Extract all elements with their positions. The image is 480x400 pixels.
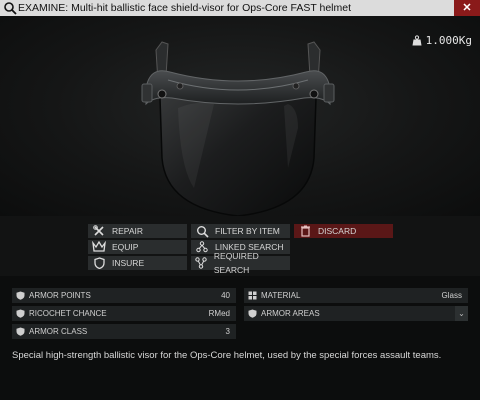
shield-icon	[16, 291, 25, 300]
discard-label: DISCARD	[318, 226, 357, 236]
weight-icon	[412, 34, 422, 45]
wrench-screwdriver-icon	[92, 224, 106, 238]
magnifier-icon	[4, 2, 17, 15]
item-stats-panel: ARMOR POINTS 40 RICOCHET CHANCE RMed ARM…	[0, 276, 480, 400]
stat-value: 40	[221, 291, 230, 300]
shield-icon	[248, 309, 257, 318]
filter-by-item-button[interactable]: FILTER BY ITEM	[191, 224, 290, 238]
stat-value: RMed	[208, 309, 230, 318]
discard-button[interactable]: DISCARD	[294, 224, 393, 238]
stat-armor-areas[interactable]: ARMOR AREAS ⌄	[244, 306, 468, 321]
window-title-bar[interactable]: EXAMINE: Multi-hit ballistic face shield…	[0, 0, 480, 16]
shield-icon	[92, 256, 106, 270]
face-shield-visor-image	[141, 41, 335, 217]
stat-value: Glass	[441, 291, 462, 300]
repair-button[interactable]: REPAIR	[88, 224, 187, 238]
stat-ricochet-chance: RICOCHET CHANCE RMed	[12, 306, 236, 321]
insure-button[interactable]: INSURE	[88, 256, 187, 270]
filter-magnifier-icon	[195, 224, 209, 238]
shield-icon	[16, 309, 25, 318]
material-icon	[248, 291, 257, 300]
stat-armor-points: ARMOR POINTS 40	[12, 288, 236, 303]
item-description: Special high-strength ballistic visor fo…	[12, 350, 442, 361]
stat-armor-class: ARMOR CLASS 3	[12, 324, 236, 339]
weight-value: 1.000Kg	[425, 33, 472, 47]
chevron-down-icon[interactable]: ⌄	[455, 306, 468, 321]
trash-icon	[298, 224, 312, 238]
linked-nodes-icon	[195, 240, 209, 254]
stat-label: ARMOR CLASS	[29, 327, 88, 336]
stat-value: 3	[225, 327, 230, 336]
item-preview: 1.000Kg	[0, 16, 480, 217]
insure-label: INSURE	[112, 258, 145, 268]
required-search-button[interactable]: REQUIRED SEARCH	[191, 251, 290, 275]
window-title: EXAMINE: Multi-hit ballistic face shield…	[18, 2, 351, 14]
stat-label: ARMOR AREAS	[261, 309, 320, 318]
stat-label: RICOCHET CHANCE	[29, 309, 107, 318]
equip-icon	[92, 240, 106, 254]
stat-material: MATERIAL Glass	[244, 288, 468, 303]
stat-label: ARMOR POINTS	[29, 291, 91, 300]
equip-button[interactable]: EQUIP	[88, 240, 187, 254]
context-menu: REPAIR EQUIP INSURE FILTER BY ITEM LINKE…	[0, 216, 480, 276]
required-search-label: REQUIRED SEARCH	[213, 251, 259, 275]
close-button[interactable]: ✕	[454, 0, 480, 16]
equip-label: EQUIP	[112, 242, 139, 252]
shield-icon	[16, 327, 25, 336]
stat-label: MATERIAL	[261, 291, 301, 300]
filter-by-item-label: FILTER BY ITEM	[215, 226, 280, 236]
item-weight: 1.000Kg	[412, 33, 472, 47]
repair-label: REPAIR	[112, 226, 144, 236]
required-nodes-icon	[195, 256, 208, 270]
